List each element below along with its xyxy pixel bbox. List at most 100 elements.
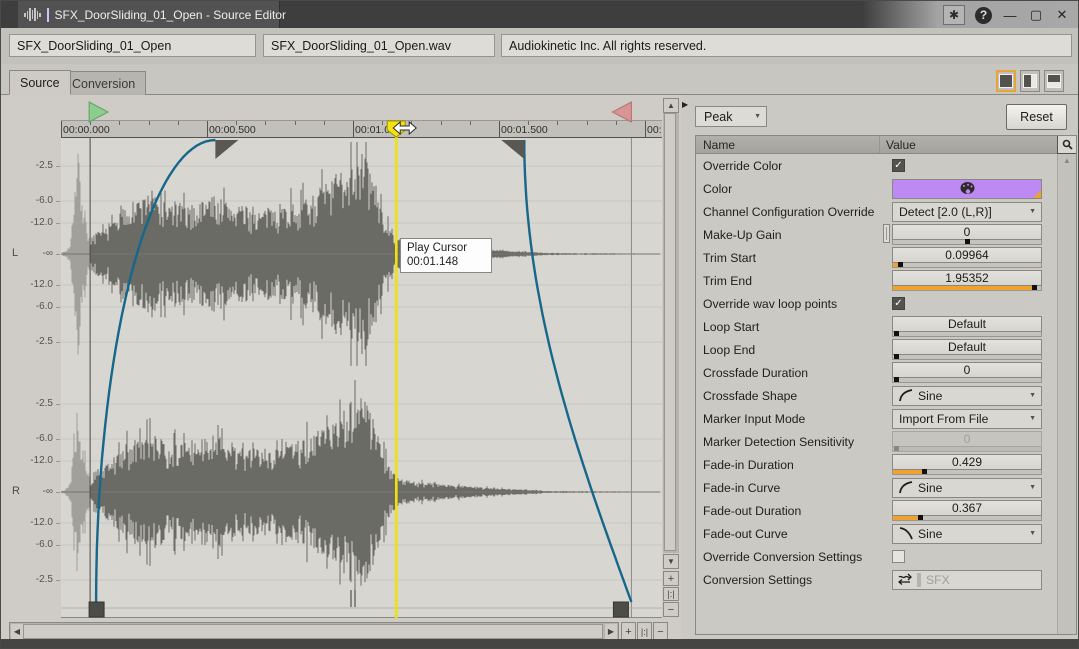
property-label: Crossfade Shape (696, 389, 892, 403)
slider-thumb[interactable] (894, 377, 899, 382)
meter-mode-dropdown[interactable]: Peak ▼ (695, 106, 767, 127)
dropdown-marker-input-mode[interactable]: Import From File▼ (892, 409, 1042, 429)
tooltip-time: 00:01.148 (407, 255, 485, 269)
dropdown-fade-out-curve[interactable]: Sine▼ (892, 524, 1042, 544)
value-field[interactable]: 0 (892, 431, 1042, 447)
copyright-field[interactable]: Audiokinetic Inc. All rights reserved. (501, 34, 1072, 57)
collapse-panel-arrow-icon[interactable]: ▶ (682, 100, 688, 109)
minor-tick (149, 121, 150, 125)
db-scale-label: -6.0 (9, 433, 53, 444)
property-row: Marker Input ModeImport From File▼ (696, 407, 1059, 430)
vertical-scroll-thumb[interactable] (664, 113, 676, 551)
property-row: Conversion SettingsSFX (696, 568, 1059, 591)
slider-track[interactable] (892, 447, 1042, 452)
property-label: Fade-out Curve (696, 527, 892, 541)
layout-split-vertical-button[interactable] (1020, 70, 1040, 92)
timeline-ruler[interactable]: 00:00.00000:00.50000:01.00000:01.50000:0… (61, 120, 662, 138)
title-bar[interactable]: SFX_DoorSliding_01_Open - Source Editor … (1, 1, 1078, 28)
help-button[interactable]: ? (975, 7, 992, 24)
dropdown-value: Sine (918, 481, 1024, 495)
column-header-value[interactable]: Value (880, 136, 1076, 153)
minor-tick (411, 121, 412, 125)
pin-window-button[interactable]: ✱ (943, 5, 965, 25)
fade-in-handle[interactable] (215, 140, 238, 159)
properties-scrollbar[interactable]: ▲ (1057, 154, 1076, 634)
gain-slider-grip[interactable] (883, 224, 890, 243)
value-field[interactable]: 0 (892, 362, 1042, 378)
property-label: Loop End (696, 343, 892, 357)
search-properties-button[interactable] (1057, 136, 1076, 154)
slider-track[interactable] (892, 470, 1042, 475)
scroll-down-icon[interactable]: ▼ (663, 554, 679, 569)
slider-track[interactable] (892, 263, 1042, 268)
slider-thumb[interactable] (1032, 285, 1037, 290)
play-region-start-marker[interactable] (89, 102, 108, 122)
reset-button[interactable]: Reset (1006, 104, 1067, 130)
slider-track[interactable] (892, 240, 1042, 245)
close-button[interactable]: ✕ (1054, 7, 1070, 23)
slider-thumb[interactable] (965, 239, 970, 244)
slider-track[interactable] (892, 378, 1042, 383)
slider-track[interactable] (892, 516, 1042, 521)
minimize-button[interactable]: — (1002, 8, 1018, 23)
horizontal-scroll-thumb[interactable] (23, 624, 603, 639)
tab-conversion[interactable]: Conversion (61, 71, 146, 95)
slider-track[interactable] (892, 332, 1042, 337)
trim-start-handle[interactable] (89, 602, 104, 617)
property-row: Loop EndDefault (696, 338, 1059, 361)
property-row: Marker Detection Sensitivity0 (696, 430, 1059, 453)
layout-split-horizontal-button[interactable] (1044, 70, 1064, 92)
column-header-name[interactable]: Name (696, 136, 880, 153)
value-field[interactable]: 0.429 (892, 454, 1042, 470)
tab-source[interactable]: Source (9, 70, 71, 95)
value-field[interactable]: 0.09964 (892, 247, 1042, 263)
slider-thumb[interactable] (922, 469, 927, 474)
dropdown-fade-in-curve[interactable]: Sine▼ (892, 478, 1042, 498)
checkbox-unchecked[interactable] (892, 550, 905, 563)
value-field[interactable]: 1.95352 (892, 270, 1042, 286)
v-zoom-out-button[interactable]: − (663, 602, 679, 617)
play-region-end-marker[interactable] (612, 102, 631, 122)
layout-single-button[interactable] (996, 70, 1016, 92)
object-name-field[interactable]: SFX_DoorSliding_01_Open (9, 34, 256, 57)
scroll-right-icon[interactable]: ▶ (605, 624, 617, 639)
value-field[interactable]: 0 (892, 224, 1042, 240)
value-field[interactable]: Default (892, 316, 1042, 332)
scroll-left-icon[interactable]: ◀ (11, 624, 23, 639)
checkbox-checked[interactable]: ✓ (892, 297, 905, 310)
color-swatch[interactable] (892, 179, 1042, 199)
property-row: Override wav loop points✓ (696, 292, 1059, 315)
dropdown-channel-configuration-override[interactable]: Detect [2.0 (L,R)]▼ (892, 202, 1042, 222)
chevron-down-icon: ▼ (754, 113, 761, 120)
conversion-settings-selector[interactable]: SFX (892, 570, 1042, 590)
checkbox-checked[interactable]: ✓ (892, 159, 905, 172)
scroll-up-icon[interactable]: ▲ (1058, 156, 1076, 165)
value-field[interactable]: Default (892, 339, 1042, 355)
maximize-button[interactable]: ▢ (1028, 7, 1044, 23)
waveform-icon (24, 7, 41, 22)
fade-out-handle[interactable] (501, 140, 524, 159)
waveform-panel: 00:00.00000:00.50000:01.00000:01.50000:0… (1, 95, 681, 641)
slider-track[interactable] (892, 286, 1042, 291)
v-zoom-fit-button[interactable]: |:| (663, 587, 679, 601)
dropdown-crossfade-shape[interactable]: Sine▼ (892, 386, 1042, 406)
vertical-scrollbar[interactable] (663, 113, 679, 553)
v-zoom-in-button[interactable]: + (663, 571, 679, 586)
scroll-up-icon[interactable]: ▲ (663, 98, 679, 113)
slider-thumb[interactable] (894, 446, 899, 451)
value-field[interactable]: 0.367 (892, 500, 1042, 516)
slider-thumb[interactable] (918, 515, 923, 520)
window-resize-strip[interactable] (1, 639, 1078, 648)
slider-thumb[interactable] (898, 262, 903, 267)
file-name-field[interactable]: SFX_DoorSliding_01_Open.wav (263, 34, 495, 57)
fade-out-curve[interactable] (524, 140, 631, 602)
slider-track[interactable] (892, 355, 1042, 360)
slider-thumb[interactable] (894, 331, 899, 336)
dropdown-value: Import From File (899, 412, 1024, 426)
property-row: Override Color✓ (696, 154, 1059, 177)
property-row: Trim End1.95352 (696, 269, 1059, 292)
slider-thumb[interactable] (894, 354, 899, 359)
trim-end-handle[interactable] (613, 602, 628, 617)
property-label: Override wav loop points (696, 297, 892, 311)
slider-fill (893, 470, 924, 474)
